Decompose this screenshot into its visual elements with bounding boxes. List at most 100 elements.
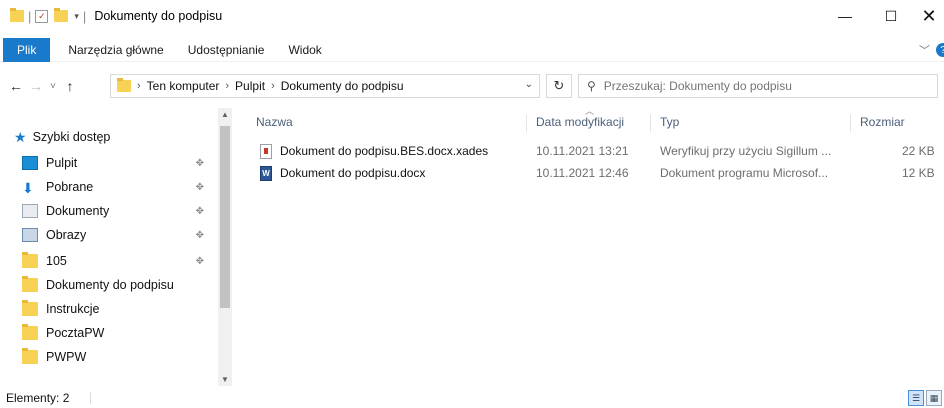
nav-item-label: PocztaPW — [46, 326, 105, 340]
nav-item-label: Obrazy — [46, 228, 87, 242]
breadcrumb-this-pc[interactable]: Ten komputer — [147, 79, 220, 93]
toolbar-separator: | — [28, 8, 32, 24]
maximize-button[interactable]: ☐ — [868, 0, 914, 32]
nav-item-label: 105 — [46, 254, 67, 268]
nav-item-dokumenty-do-podpisu[interactable]: Dokumenty do podpisu — [22, 274, 212, 296]
file-row[interactable]: Dokument do podpisu.BES.docx.xades 10.11… — [256, 142, 944, 162]
folder-icon — [22, 324, 38, 340]
breadcrumb-separator[interactable]: › — [271, 80, 275, 92]
file-modified: 10.11.2021 12:46 — [536, 166, 629, 180]
properties-checkbox-icon[interactable]: ✓ — [35, 9, 49, 23]
ribbon-right: ﹀ ? — [919, 38, 944, 62]
minimize-button[interactable]: — — [822, 0, 868, 32]
nav-item-105[interactable]: 105 ✥ — [22, 250, 212, 272]
nav-item-label: Pulpit — [46, 156, 78, 170]
nav-item-label: Dokumenty do podpisu — [46, 278, 174, 292]
file-name: Dokument do podpisu.docx — [280, 166, 426, 180]
pin-icon: ✥ — [195, 181, 204, 193]
navigation-bar: ← → ˅ ↑ › Ten komputer › Pulpit › Dokume… — [0, 70, 944, 102]
column-header-modified[interactable]: Data modyfikacji — [536, 112, 624, 132]
tab-file[interactable]: Plik — [3, 37, 51, 62]
tab-share[interactable]: Udostępnianie — [176, 38, 277, 62]
download-icon: ⬇ — [22, 180, 34, 196]
column-divider[interactable] — [650, 114, 651, 132]
folder-icon — [22, 252, 38, 268]
nav-item-label: PWPW — [46, 350, 87, 364]
address-bar[interactable]: › Ten komputer › Pulpit › Dokumenty do p… — [110, 74, 540, 98]
window-controls: — ☐ ✕ — [822, 0, 944, 32]
pin-icon: ✥ — [195, 255, 204, 267]
folder-icon — [22, 300, 38, 316]
file-modified: 10.11.2021 13:21 — [536, 144, 629, 158]
file-size: 12 KB — [902, 166, 935, 180]
desktop-icon — [22, 156, 38, 170]
nav-item-documents[interactable]: Dokumenty ✥ — [22, 200, 212, 222]
breadcrumb-desktop[interactable]: Pulpit — [235, 79, 265, 93]
details-view-icon[interactable]: ☰ — [908, 390, 924, 406]
column-divider[interactable] — [526, 114, 527, 132]
help-icon[interactable]: ? — [936, 43, 944, 57]
customize-toolbar-icon[interactable]: ▾ — [74, 11, 79, 22]
large-icons-view-icon[interactable]: ▦ — [926, 390, 942, 406]
up-arrow-icon[interactable]: ↑ — [60, 75, 80, 97]
breadcrumb-current-folder[interactable]: Dokumenty do podpisu — [281, 79, 404, 93]
breadcrumb-separator[interactable]: › — [225, 80, 229, 92]
quick-access-toolbar: | ✓ ▾ | — [0, 0, 90, 32]
folder-icon — [117, 78, 131, 92]
file-list: ︿ Nazwa Data modyfikacji Typ Rozmiar Dok… — [240, 104, 944, 386]
toolbar-separator: | — [82, 8, 87, 24]
new-folder-icon[interactable] — [54, 8, 69, 22]
nav-scrollbar[interactable]: ▲ ▼ — [218, 108, 232, 386]
nav-item-desktop[interactable]: Pulpit ✥ — [22, 152, 212, 174]
file-row[interactable]: W Dokument do podpisu.docx 10.11.2021 12… — [256, 164, 944, 184]
word-file-icon: W — [260, 166, 272, 181]
pictures-icon — [22, 228, 38, 242]
folder-icon — [10, 8, 24, 22]
documents-icon — [22, 204, 38, 218]
title-bar: | ✓ ▾ | Dokumenty do podpisu — ☐ ✕ — [0, 0, 944, 32]
tab-home[interactable]: Narzędzia główne — [50, 38, 175, 62]
quick-access-label: Szybki dostęp — [32, 130, 111, 144]
scrollbar-thumb[interactable] — [220, 126, 230, 308]
close-button[interactable]: ✕ — [914, 0, 944, 32]
search-icon: ⚲ — [587, 79, 596, 93]
tab-view[interactable]: Widok — [276, 38, 333, 62]
navigation-pane: ★ Szybki dostęp Pulpit ✥ ⬇ Pobrane ✥ Dok… — [0, 108, 232, 386]
refresh-icon[interactable]: ↻ — [546, 74, 572, 98]
chevron-down-icon[interactable]: ⌄ — [525, 79, 533, 90]
nav-item-label: Pobrane — [46, 180, 94, 194]
file-type: Weryfikuj przy użyciu Sigillum ... — [660, 144, 832, 158]
nav-item-pictures[interactable]: Obrazy ✥ — [22, 224, 212, 246]
search-box[interactable]: ⚲ — [578, 74, 938, 98]
column-header-name[interactable]: Nazwa — [256, 112, 293, 132]
view-switcher: ☰ ▦ — [906, 390, 942, 406]
scroll-up-icon[interactable]: ▲ — [218, 110, 232, 119]
scroll-down-icon[interactable]: ▼ — [218, 375, 232, 384]
forward-arrow-icon[interactable]: → — [26, 75, 46, 97]
ribbon-tabs: Plik Narzędzia główne Udostępnianie Wido… — [0, 37, 944, 62]
file-name: Dokument do podpisu.BES.docx.xades — [280, 144, 489, 158]
folder-icon — [22, 276, 38, 292]
window-title: Dokumenty do podpisu — [94, 9, 223, 23]
breadcrumb-separator[interactable]: › — [137, 80, 141, 92]
nav-item-pwpw[interactable]: PWPW — [22, 346, 212, 368]
quick-access[interactable]: ★ Szybki dostęp — [14, 126, 204, 148]
search-input[interactable] — [603, 79, 924, 93]
column-header-type[interactable]: Typ — [660, 112, 679, 132]
pin-icon: ✥ — [195, 157, 204, 169]
expand-ribbon-icon[interactable]: ﹀ — [919, 42, 930, 58]
folder-icon — [22, 348, 38, 364]
back-arrow-icon[interactable]: ← — [6, 75, 26, 97]
column-header-size[interactable]: Rozmiar — [860, 112, 905, 132]
xades-file-icon — [260, 144, 272, 159]
recent-locations-icon[interactable]: ˅ — [46, 75, 60, 97]
column-divider[interactable] — [850, 114, 851, 132]
file-size: 22 KB — [902, 144, 935, 158]
status-divider — [90, 392, 91, 404]
nav-item-downloads[interactable]: ⬇ Pobrane ✥ — [22, 176, 212, 198]
nav-item-instrukcje[interactable]: Instrukcje — [22, 298, 212, 320]
star-icon: ★ — [14, 128, 27, 145]
items-count: Elementy: 2 — [6, 391, 70, 405]
pin-icon: ✥ — [195, 229, 204, 241]
nav-item-pocztapw[interactable]: PocztaPW — [22, 322, 212, 344]
